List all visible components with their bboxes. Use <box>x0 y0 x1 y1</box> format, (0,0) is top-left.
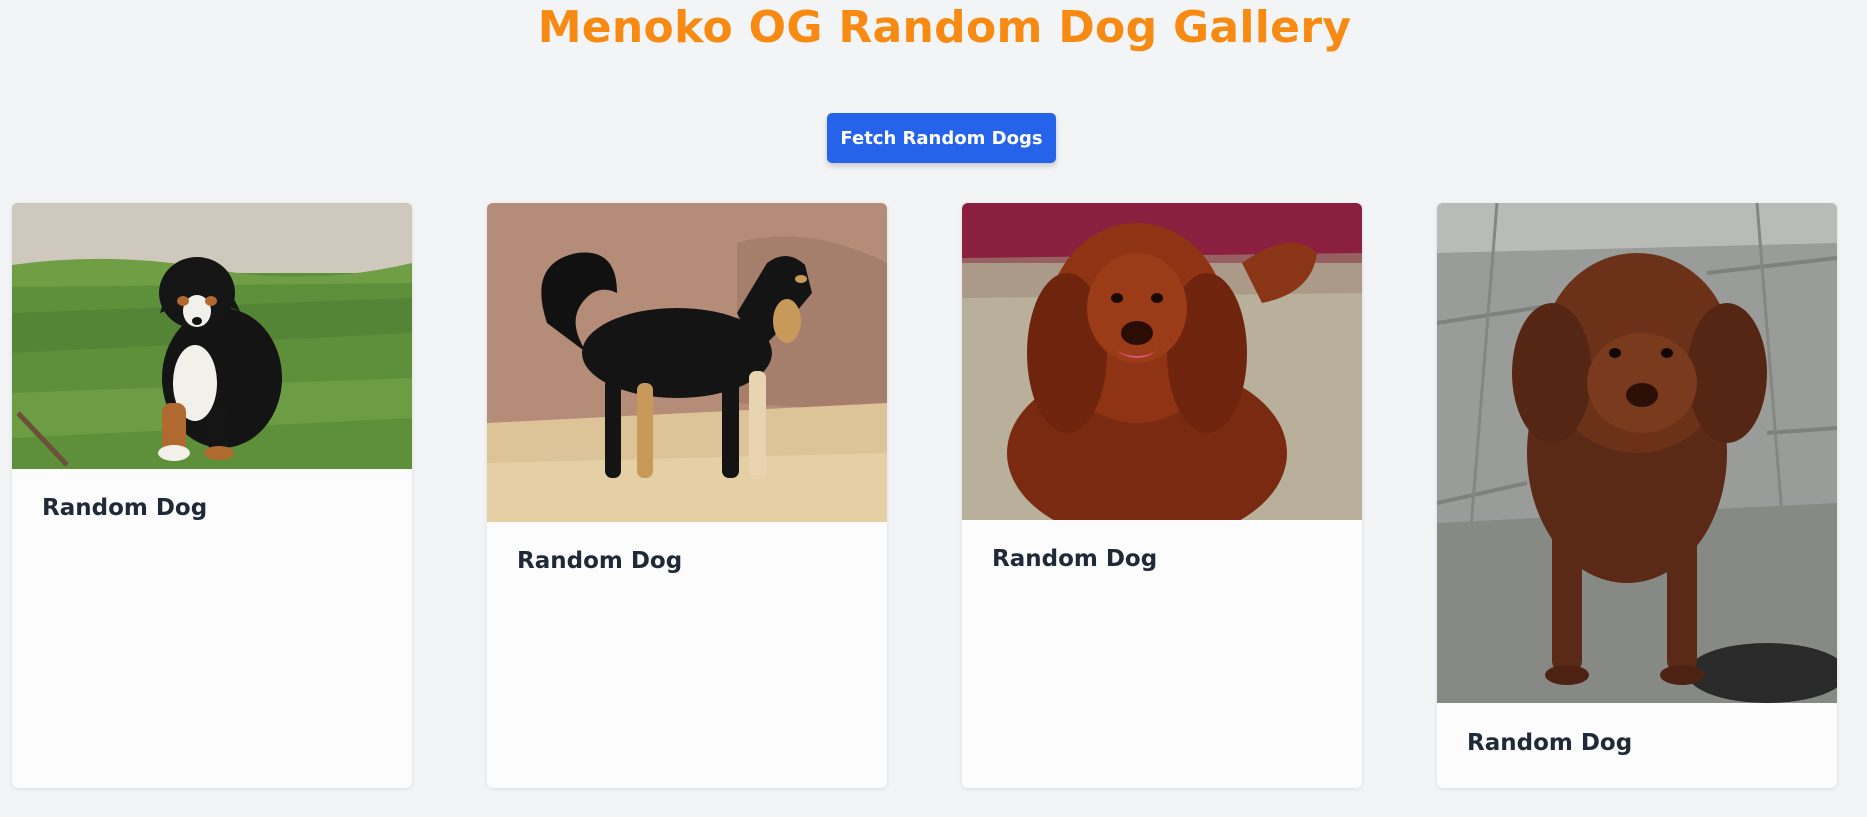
dog-photo[interactable] <box>962 203 1362 520</box>
card-title: Random Dog <box>1467 730 1633 756</box>
dog-card: Random Dog <box>12 203 412 788</box>
fetch-random-dogs-button[interactable]: Fetch Random Dogs <box>827 113 1056 163</box>
card-title: Random Dog <box>517 548 683 574</box>
dog-photo[interactable] <box>1437 203 1837 703</box>
dog-photo[interactable] <box>12 203 412 469</box>
page-title: Menoko OG Random Dog Gallery <box>537 2 1352 53</box>
card-title: Random Dog <box>992 546 1158 572</box>
dog-photo[interactable] <box>487 203 887 522</box>
dog-card: Random Dog <box>487 203 887 788</box>
dog-card: Random Dog <box>1437 203 1837 788</box>
card-title: Random Dog <box>42 495 208 521</box>
dog-card: Random Dog <box>962 203 1362 788</box>
